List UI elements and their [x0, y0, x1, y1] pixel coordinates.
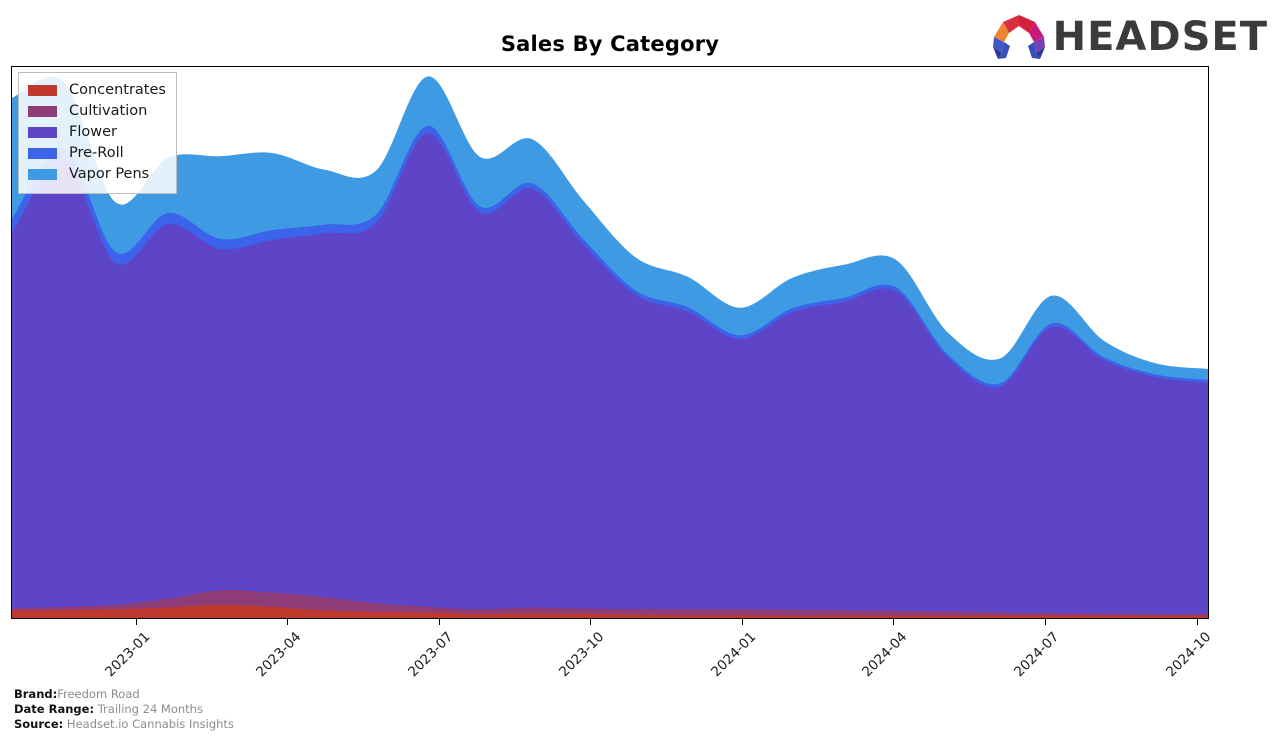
chart-footer: Brand:Freedom Road Date Range: Trailing 2…	[14, 687, 614, 732]
legend-item[interactable]: Cultivation	[28, 101, 166, 122]
x-axis: 2023-01 2023-04 2023-07 2023-10 2024-01 2024-…	[11, 619, 1214, 689]
legend-swatch-icon	[28, 106, 57, 117]
x-axis-tick-label: 2024-07	[1010, 629, 1063, 681]
x-axis-tick-mark	[135, 619, 137, 625]
chart-legend: Concentrates Cultivation Flower Pre-Roll Vap…	[18, 72, 177, 194]
x-axis-tick-label: 2024-10	[1163, 629, 1215, 681]
x-axis-tick-mark	[438, 619, 440, 625]
footer-row-key: Date Range:	[14, 702, 95, 716]
x-axis-tick-label: 2024-04	[858, 629, 911, 681]
legend-item[interactable]: Concentrates	[28, 80, 166, 101]
legend-item-label: Vapor Pens	[69, 166, 150, 183]
x-axis-tick-label: 2023-07	[404, 629, 456, 681]
footer-row: Source: Headset.io Cannabis Insights	[14, 717, 614, 732]
footer-row-value: Freedom Road	[57, 687, 140, 701]
x-axis-tick-mark	[286, 619, 288, 625]
footer-row-key: Source:	[14, 717, 64, 731]
x-axis-tick-label: 2023-04	[252, 629, 304, 681]
x-axis-tick-label: 2023-01	[101, 629, 153, 681]
x-axis-tick-mark	[741, 619, 744, 625]
legend-item-label: Concentrates	[69, 82, 166, 99]
legend-item-label: Cultivation	[69, 103, 148, 120]
legend-item-label: Pre-Roll	[69, 145, 124, 162]
footer-row-value: Trailing 24 Months	[97, 702, 203, 716]
stacked-area-chart	[12, 76, 1208, 618]
footer-row: Brand:Freedom Road	[14, 687, 614, 702]
legend-item-label: Flower	[69, 124, 117, 141]
x-axis-tick-label: 2023-10	[555, 629, 607, 681]
brand-logo: HEADSET	[991, 12, 1268, 62]
legend-swatch-icon	[28, 169, 57, 180]
x-axis-tick-mark	[1044, 619, 1047, 625]
chart-page: Sales By Category HEADSET Concentrates Cu…	[0, 0, 1276, 741]
footer-row-key: Brand:	[14, 687, 58, 701]
legend-swatch-icon	[28, 85, 57, 96]
x-axis-tick-mark	[892, 619, 895, 625]
legend-item[interactable]: Vapor Pens	[28, 164, 166, 185]
legend-swatch-icon	[28, 127, 57, 138]
legend-item[interactable]: Pre-Roll	[28, 143, 166, 164]
legend-item[interactable]: Flower	[28, 122, 166, 143]
logo-wordmark: HEADSET	[1052, 14, 1268, 60]
x-axis-tick-mark	[1197, 619, 1199, 625]
chart-plot-area	[11, 66, 1209, 619]
headset-logo-icon	[992, 15, 1045, 59]
footer-row-value: Headset.io Cannabis Insights	[66, 717, 234, 731]
x-axis-tick-label: 2024-01	[707, 629, 760, 681]
legend-swatch-icon	[28, 148, 57, 159]
x-axis-tick-mark	[589, 619, 591, 625]
footer-row: Date Range: Trailing 24 Months	[14, 702, 614, 717]
